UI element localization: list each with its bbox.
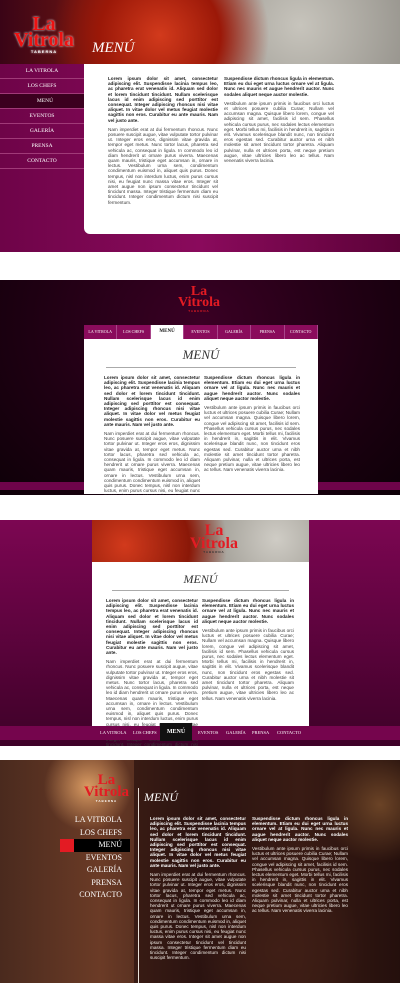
- text-column-left: Lorem ipsum dolor sit amet, consectetur …: [104, 375, 200, 495]
- lead-paragraph: Suspendisse dictum rhoncus ligula in ele…: [202, 598, 294, 624]
- content-card: MENÚ Lorem ipsum dolor sit amet, consect…: [84, 339, 318, 495]
- nav-item-menu[interactable]: MENÚ: [0, 94, 90, 109]
- nav-item-galeria[interactable]: GALERÍA: [0, 124, 84, 139]
- content-card: MENÚ Lorem ipsum dolor sit amet, consect…: [92, 562, 309, 746]
- body-paragraph: Nam imperdiet erat at dui fermentum rhon…: [150, 872, 247, 961]
- nav-item-contacto[interactable]: CONTACTO: [0, 154, 84, 169]
- lead-paragraph: Lorem ipsum dolor sit amet, consectetur …: [104, 375, 200, 427]
- nav-item-los-chefs[interactable]: LOS CHEFS: [60, 827, 130, 840]
- lead-paragraph: Lorem ipsum dolor sit amet, consectetur …: [106, 598, 198, 656]
- nav-item-eventos[interactable]: EVENTOS: [0, 109, 84, 124]
- nav-item-los-chefs[interactable]: LOS CHEFS: [0, 79, 84, 94]
- lead-paragraph: Lorem ipsum dolor sit amet, consectetur …: [150, 816, 246, 868]
- sidebar-nav: LA VITROLA LOS CHEFS MENÚ EVENTOS GALERÍ…: [60, 814, 130, 902]
- nav-item-contacto[interactable]: CONTACTO: [60, 889, 130, 902]
- body-paragraph: Nam imperdiet erat at dui fermentum rhon…: [108, 126, 218, 205]
- nav-item-prensa[interactable]: PRENSA: [0, 139, 84, 154]
- nav-item-la-vitrola[interactable]: LA VITROLA: [0, 64, 84, 79]
- logo[interactable]: La Vitrola TABERNA: [84, 773, 129, 803]
- tab-menu[interactable]: MENÚ: [150, 325, 185, 339]
- divider: [112, 590, 289, 591]
- nav-item-la-vitrola[interactable]: LA VITROLA: [60, 814, 130, 827]
- divider: [106, 367, 296, 368]
- page-title: MENÚ: [183, 572, 218, 586]
- body-paragraph: Vestibulum ante ipsum primis in faucibus…: [224, 100, 334, 164]
- bottom-nav: LA VITROLA LOS CHEFS MENÚ EVENTOS GALERÍ…: [0, 723, 400, 741]
- lead-paragraph: Suspendisse dictum rhoncus ligula in ele…: [204, 375, 300, 401]
- logo[interactable]: La Vitrola TABERNA: [178, 285, 220, 313]
- design-variant-photo-background: La Vitrola TABERNA MENÚ LA VITROLA LOS CHE…: [0, 760, 400, 983]
- nav-item-prensa[interactable]: PRENSA: [252, 726, 269, 740]
- nav-item-galeria[interactable]: GALERÍA: [60, 864, 130, 877]
- logo-line2: Vitrola: [84, 784, 129, 801]
- design-variant-tabs: La Vitrola TABERNA LA VITROLA LOS CHEFS ME…: [0, 280, 400, 495]
- nav-item-la-vitrola[interactable]: LA VITROLA: [100, 726, 127, 740]
- text-column-left: Lorem ipsum dolor sit amet, consectetur …: [150, 816, 246, 964]
- text-column-right: Suspendisse dictum rhoncus ligula in ele…: [204, 375, 300, 477]
- design-variant-bottom-nav: La Vitrola TABERNA MENÚ Lorem ipsum dolor …: [0, 520, 400, 746]
- nav-item-eventos[interactable]: EVENTOS: [198, 726, 218, 740]
- lead-paragraph: Lorem ipsum dolor sit amet, consectetur …: [108, 76, 218, 123]
- text-column-right: Suspendisse dictum rhoncus ligula in ele…: [202, 598, 294, 705]
- nav-item-galeria[interactable]: GALERÍA: [226, 726, 246, 740]
- nav-item-eventos[interactable]: EVENTOS: [60, 852, 130, 865]
- logo[interactable]: La Vitrola TABERNA: [190, 523, 238, 555]
- vertical-divider: [138, 788, 139, 983]
- tab-nav: LA VITROLA LOS CHEFS MENÚ EVENTOS GALERÍ…: [84, 325, 318, 339]
- tab-prensa[interactable]: PRENSA: [251, 325, 285, 339]
- body-paragraph: Vestibulum ante ipsum primis in faucibus…: [252, 846, 348, 914]
- nav-item-prensa[interactable]: PRENSA: [60, 877, 130, 890]
- lead-paragraph: Suspendisse dictum rhoncus ligula in ele…: [224, 76, 334, 97]
- page-title: MENÚ: [144, 790, 178, 804]
- text-column-left: Lorem ipsum dolor sit amet, consectetur …: [108, 76, 218, 209]
- content-card: Lorem ipsum dolor sit amet, consectetur …: [84, 64, 400, 234]
- body-paragraph: Vestibulum ante ipsum primis in faucibus…: [202, 628, 294, 701]
- tab-galeria[interactable]: GALERÍA: [218, 325, 252, 339]
- text-column-right: Suspendisse dictum rhoncus ligula in ele…: [252, 816, 348, 918]
- tab-la-vitrola[interactable]: LA VITROLA: [84, 325, 118, 339]
- tab-eventos[interactable]: EVENTOS: [184, 325, 218, 339]
- tab-contacto[interactable]: CONTACTO: [285, 325, 318, 339]
- body-paragraph: Nam imperdiet erat at dui fermentum rhon…: [104, 431, 201, 495]
- nav-item-los-chefs[interactable]: LOS CHEFS: [133, 726, 157, 740]
- page-title: MENÚ: [182, 347, 220, 362]
- text-column-right: Suspendisse dictum rhoncus ligula in ele…: [224, 76, 334, 167]
- logo[interactable]: La Vitrola TABERNA: [14, 14, 74, 53]
- tab-los-chefs[interactable]: LOS CHEFS: [117, 325, 151, 339]
- body-paragraph: Vestibulum ante ipsum primis in faucibus…: [204, 405, 300, 473]
- nav-item-contacto[interactable]: CONTACTO: [277, 726, 301, 740]
- page-title: MENÚ: [92, 40, 135, 56]
- sidebar-nav: LA VITROLA LOS CHEFS MENÚ EVENTOS GALERÍ…: [0, 64, 90, 169]
- design-variant-sidebar: La Vitrola TABERNA MENÚ LA VITROLA LOS CHE…: [0, 0, 400, 252]
- nav-item-menu[interactable]: MENÚ: [60, 839, 130, 852]
- nav-item-menu[interactable]: MENÚ: [160, 723, 192, 741]
- lead-paragraph: Suspendisse dictum rhoncus ligula in ele…: [252, 816, 348, 842]
